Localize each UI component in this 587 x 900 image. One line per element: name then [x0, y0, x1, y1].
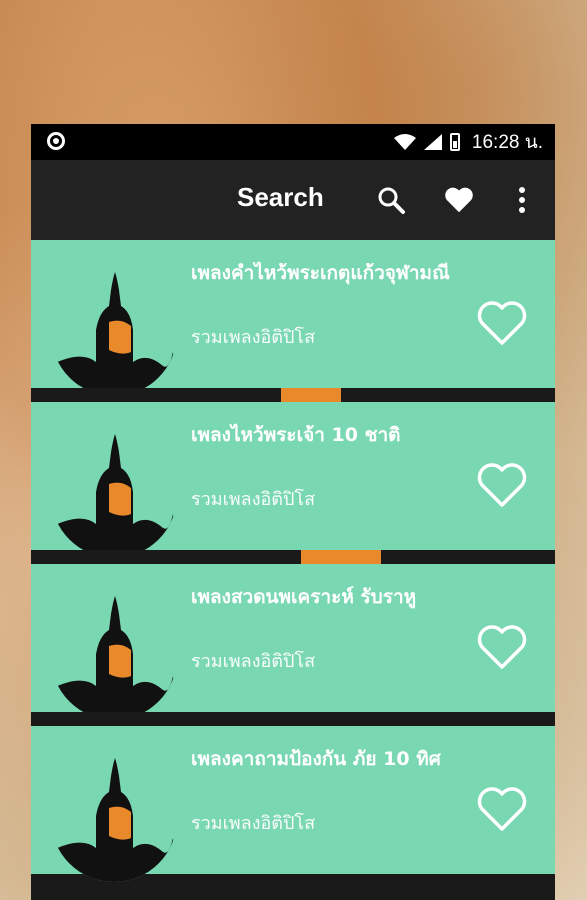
item-subtitle: รวมเพลงอิติปิโส [191, 489, 316, 510]
status-bar: 16:28 น. [31, 124, 555, 160]
song-list: เพลงคำไหว้พระเกตุแก้วจุฬามณี รวมเพลงอิติ… [31, 240, 555, 882]
buddha-avatar-icon [51, 432, 177, 558]
favorite-outline-icon[interactable] [477, 786, 527, 832]
item-subtitle: รวมเพลงอิติปิโส [191, 651, 316, 672]
item-title: เพลงคำไหว้พระเกตุแก้วจุฬามณี [191, 262, 450, 284]
favorite-outline-icon[interactable] [477, 462, 527, 508]
buddha-avatar-icon [51, 270, 177, 396]
heart-icon[interactable] [444, 185, 474, 215]
toolbar-title: Search [237, 182, 324, 212]
list-item[interactable]: เพลงสวดนพเคราะห์ รับราหู รวมเพลงอิติปิโส [31, 564, 555, 720]
favorite-outline-icon[interactable] [477, 624, 527, 670]
favorite-outline-icon[interactable] [477, 300, 527, 346]
item-subtitle: รวมเพลงอิติปิโส [191, 327, 316, 348]
separator [31, 388, 555, 402]
list-item[interactable]: เพลงคาถามป้องกัน ภัย 10 ทิศ รวมเพลงอิติป… [31, 726, 555, 882]
notification-icon [47, 132, 65, 150]
wifi-icon [393, 134, 416, 150]
separator [31, 550, 555, 564]
app-toolbar: Search [31, 160, 555, 240]
item-title: เพลงสวดนพเคราะห์ รับราหู [191, 586, 417, 608]
list-item[interactable]: เพลงไหว้พระเจ้า 10 ชาติ รวมเพลงอิติปิโส [31, 402, 555, 558]
item-title: เพลงคาถามป้องกัน ภัย 10 ทิศ [191, 748, 441, 770]
list-item[interactable]: เพลงคำไหว้พระเกตุแก้วจุฬามณี รวมเพลงอิติ… [31, 240, 555, 396]
buddha-avatar-icon [51, 756, 177, 882]
signal-icon [423, 134, 442, 150]
buddha-avatar-icon [51, 594, 177, 720]
item-subtitle: รวมเพลงอิติปิโส [191, 813, 316, 834]
search-icon[interactable] [376, 185, 406, 215]
item-title: เพลงไหว้พระเจ้า 10 ชาติ [191, 424, 401, 446]
battery-icon [449, 133, 460, 151]
status-time: 16:28 น. [471, 132, 543, 153]
phone-screen: 16:28 น. Search เพลงคำไหว้พระเกตุแก้วจุฬ… [31, 124, 555, 900]
more-vert-icon[interactable] [515, 185, 529, 215]
separator [31, 712, 555, 726]
